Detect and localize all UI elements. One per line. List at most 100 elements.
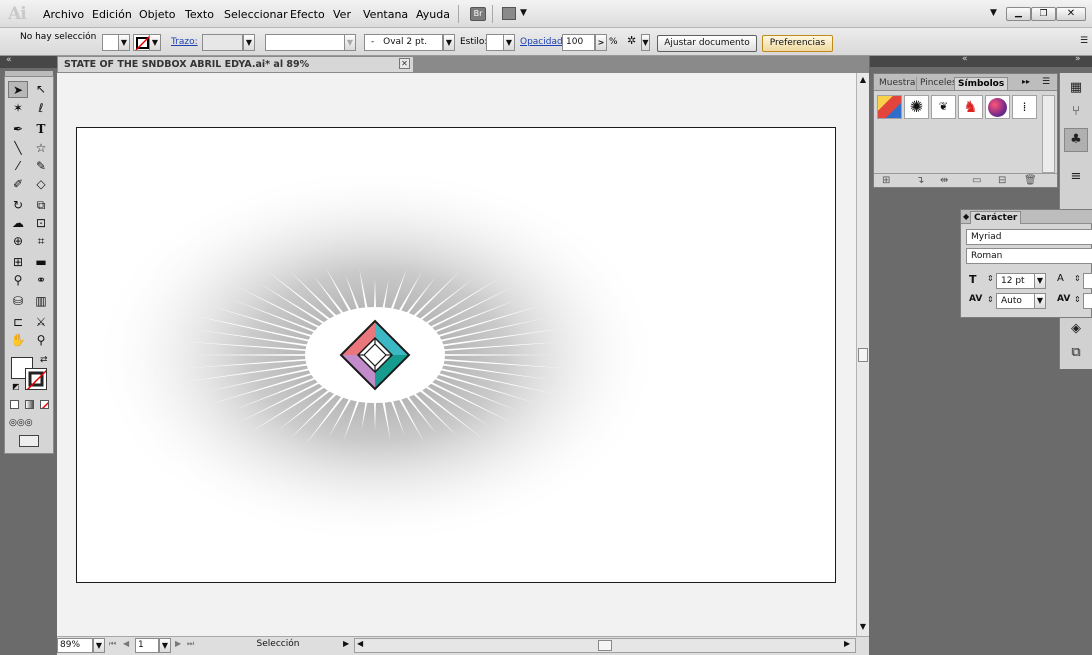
screen-mode-icon[interactable] bbox=[19, 435, 39, 447]
zoom-tool-icon[interactable]: ⚲ bbox=[31, 332, 51, 349]
symbol-red-shape[interactable]: ♞ bbox=[958, 95, 983, 119]
symbols-panel-icon[interactable]: ♣ bbox=[1064, 128, 1088, 152]
delete-symbol-icon[interactable]: 🗑 bbox=[1024, 175, 1037, 186]
menu-edicion[interactable]: Edición bbox=[92, 8, 132, 21]
new-symbol-icon[interactable]: ⊟ bbox=[998, 175, 1006, 186]
artboard-tool-icon[interactable]: ⊏ bbox=[8, 314, 28, 331]
color-mode-icon[interactable] bbox=[10, 400, 19, 409]
symbol-cube[interactable] bbox=[877, 95, 902, 119]
free-transform-icon[interactable]: ⊡ bbox=[31, 215, 51, 232]
preferences-button[interactable]: Preferencias bbox=[762, 35, 833, 52]
blend-tool-icon[interactable]: ⚭ bbox=[31, 272, 51, 289]
scroll-thumb[interactable] bbox=[858, 348, 868, 362]
warp-tool-icon[interactable]: ☁ bbox=[8, 215, 28, 232]
menu-ventana[interactable]: Ventana bbox=[363, 8, 408, 21]
symbol-sphere[interactable] bbox=[985, 95, 1010, 119]
variable-width-dropdown[interactable]: ▼ bbox=[344, 34, 356, 51]
symbol-library-icon[interactable]: ⊞ bbox=[882, 175, 890, 186]
kerning-stepper-icon[interactable]: ⇕ bbox=[987, 295, 994, 304]
status-menu-arrow-icon[interactable]: ▶ bbox=[343, 639, 349, 648]
draw-modes-icon[interactable]: ◎◎◎ bbox=[9, 418, 49, 429]
menu-ayuda[interactable]: Ayuda bbox=[416, 8, 450, 21]
gradient-mode-icon[interactable] bbox=[25, 400, 34, 409]
layers-panel-icon[interactable]: ◈ bbox=[1066, 320, 1086, 338]
zoom-field[interactable]: 89% bbox=[57, 638, 93, 653]
hand-tool-icon[interactable]: ✋ bbox=[8, 332, 28, 349]
style-swatch[interactable] bbox=[486, 34, 504, 51]
stroke-panel-icon[interactable]: ≡ bbox=[1066, 168, 1086, 186]
next-page-icon[interactable]: ▶ bbox=[175, 639, 181, 648]
style-dropdown[interactable]: ▼ bbox=[503, 34, 515, 51]
tools-grip[interactable] bbox=[5, 71, 53, 76]
brush-dropdown[interactable]: ▼ bbox=[443, 34, 455, 51]
gradient-tool-icon[interactable]: ▬ bbox=[31, 254, 51, 271]
menu-efecto[interactable]: Efecto bbox=[290, 8, 325, 21]
minimize-button[interactable]: ▁ bbox=[1006, 7, 1031, 21]
vertical-scrollbar[interactable]: ▲ ▼ bbox=[856, 73, 869, 636]
symbol-bracket[interactable]: ⁞ bbox=[1012, 95, 1037, 119]
font-size-stepper-icon[interactable]: ⇕ bbox=[987, 274, 994, 283]
direct-selection-tool-icon[interactable]: ↖ bbox=[31, 81, 51, 98]
font-family-field[interactable]: Myriad bbox=[966, 229, 1092, 245]
fill-dropdown[interactable]: ▼ bbox=[118, 34, 130, 51]
pencil-icon[interactable]: ✎ bbox=[31, 158, 51, 175]
symbol-splatter[interactable]: ✺ bbox=[904, 95, 929, 119]
panel-menu-icon[interactable]: ☰ bbox=[1042, 77, 1050, 87]
symbol-sprayer-icon[interactable]: ⛁ bbox=[8, 293, 28, 310]
perspective-grid-icon[interactable]: ⌗ bbox=[31, 233, 51, 250]
brush-definition-field[interactable]: - Oval 2 pt. bbox=[364, 34, 443, 51]
grid-panel-icon[interactable]: ▦ bbox=[1066, 79, 1086, 97]
menu-seleccionar[interactable]: Seleccionar bbox=[224, 8, 288, 21]
font-style-field[interactable]: Roman bbox=[966, 248, 1092, 264]
last-page-icon[interactable]: ⏭ bbox=[187, 639, 194, 649]
tracking-stepper-icon[interactable]: ⇕ bbox=[1074, 295, 1081, 304]
first-page-icon[interactable]: ⏮ bbox=[109, 639, 116, 649]
lasso-icon[interactable]: ℓ bbox=[31, 100, 51, 117]
leading-field[interactable] bbox=[1083, 273, 1092, 289]
shape-builder-icon[interactable]: ⊕ bbox=[8, 233, 28, 250]
page-field[interactable]: 1 bbox=[135, 638, 159, 653]
scroll-up-icon[interactable]: ▲ bbox=[857, 75, 869, 87]
swap-colors-icon[interactable]: ⇄ bbox=[40, 355, 48, 365]
recolor-dropdown[interactable]: ▼ bbox=[641, 34, 650, 51]
tools-panel-header[interactable]: « bbox=[0, 55, 57, 68]
place-symbol-icon[interactable]: ↴ bbox=[916, 175, 924, 186]
scroll-right-icon[interactable]: ▶ bbox=[844, 639, 850, 648]
artwork[interactable] bbox=[77, 128, 835, 582]
default-colors-icon[interactable]: ◩ bbox=[12, 382, 20, 391]
stroke-color-box[interactable] bbox=[25, 368, 47, 390]
scroll-left-icon[interactable]: ◀ bbox=[357, 639, 363, 648]
menu-texto[interactable]: Texto bbox=[185, 8, 214, 21]
star-tool-icon[interactable]: ☆ bbox=[31, 140, 51, 157]
menu-ver[interactable]: Ver bbox=[333, 8, 351, 21]
graph-tool-icon[interactable]: ▥ bbox=[31, 293, 51, 310]
stroke-dropdown[interactable]: ▼ bbox=[149, 34, 161, 51]
blob-brush-icon[interactable]: ✐ bbox=[8, 176, 28, 193]
collapse-icon[interactable]: « bbox=[962, 54, 968, 64]
symbol-ornament[interactable]: ❦ bbox=[931, 95, 956, 119]
menu-archivo[interactable]: Archivo bbox=[43, 8, 84, 21]
type-tool-icon[interactable]: T bbox=[31, 121, 51, 138]
artboard[interactable] bbox=[76, 127, 836, 583]
tab-symbols[interactable]: Símbolos bbox=[954, 77, 1009, 90]
stroke-weight-field[interactable] bbox=[202, 34, 243, 51]
font-size-dropdown[interactable]: ▼ bbox=[1034, 273, 1046, 289]
chevron-down-icon[interactable]: ▼ bbox=[520, 8, 527, 18]
character-title[interactable]: Carácter bbox=[970, 211, 1022, 224]
tracking-field[interactable] bbox=[1083, 293, 1092, 309]
slice-tool-icon[interactable]: ⚔ bbox=[31, 314, 51, 331]
eyedropper-icon[interactable]: ⚲ bbox=[8, 272, 28, 289]
magic-wand-icon[interactable]: ✶ bbox=[8, 100, 28, 117]
collapse-icon[interactable]: « bbox=[6, 55, 12, 65]
eraser-icon[interactable]: ◇ bbox=[31, 176, 51, 193]
selection-tool-icon[interactable]: ➤ bbox=[8, 81, 28, 98]
symbol-options-icon[interactable]: ▭ bbox=[972, 175, 981, 186]
kerning-dropdown[interactable]: ▼ bbox=[1034, 293, 1046, 309]
zoom-dropdown[interactable]: ▼ bbox=[93, 638, 105, 653]
stroke-label[interactable]: Trazo: bbox=[171, 37, 198, 47]
none-mode-icon[interactable] bbox=[40, 400, 49, 409]
opacity-slider-arrow[interactable]: > bbox=[595, 34, 607, 51]
dock-header[interactable]: « » bbox=[870, 54, 1092, 67]
close-tab-icon[interactable]: ✕ bbox=[399, 58, 410, 69]
document-tab[interactable]: STATE OF THE SNDBOX ABRIL EDYA.ai* al 89… bbox=[57, 56, 414, 85]
